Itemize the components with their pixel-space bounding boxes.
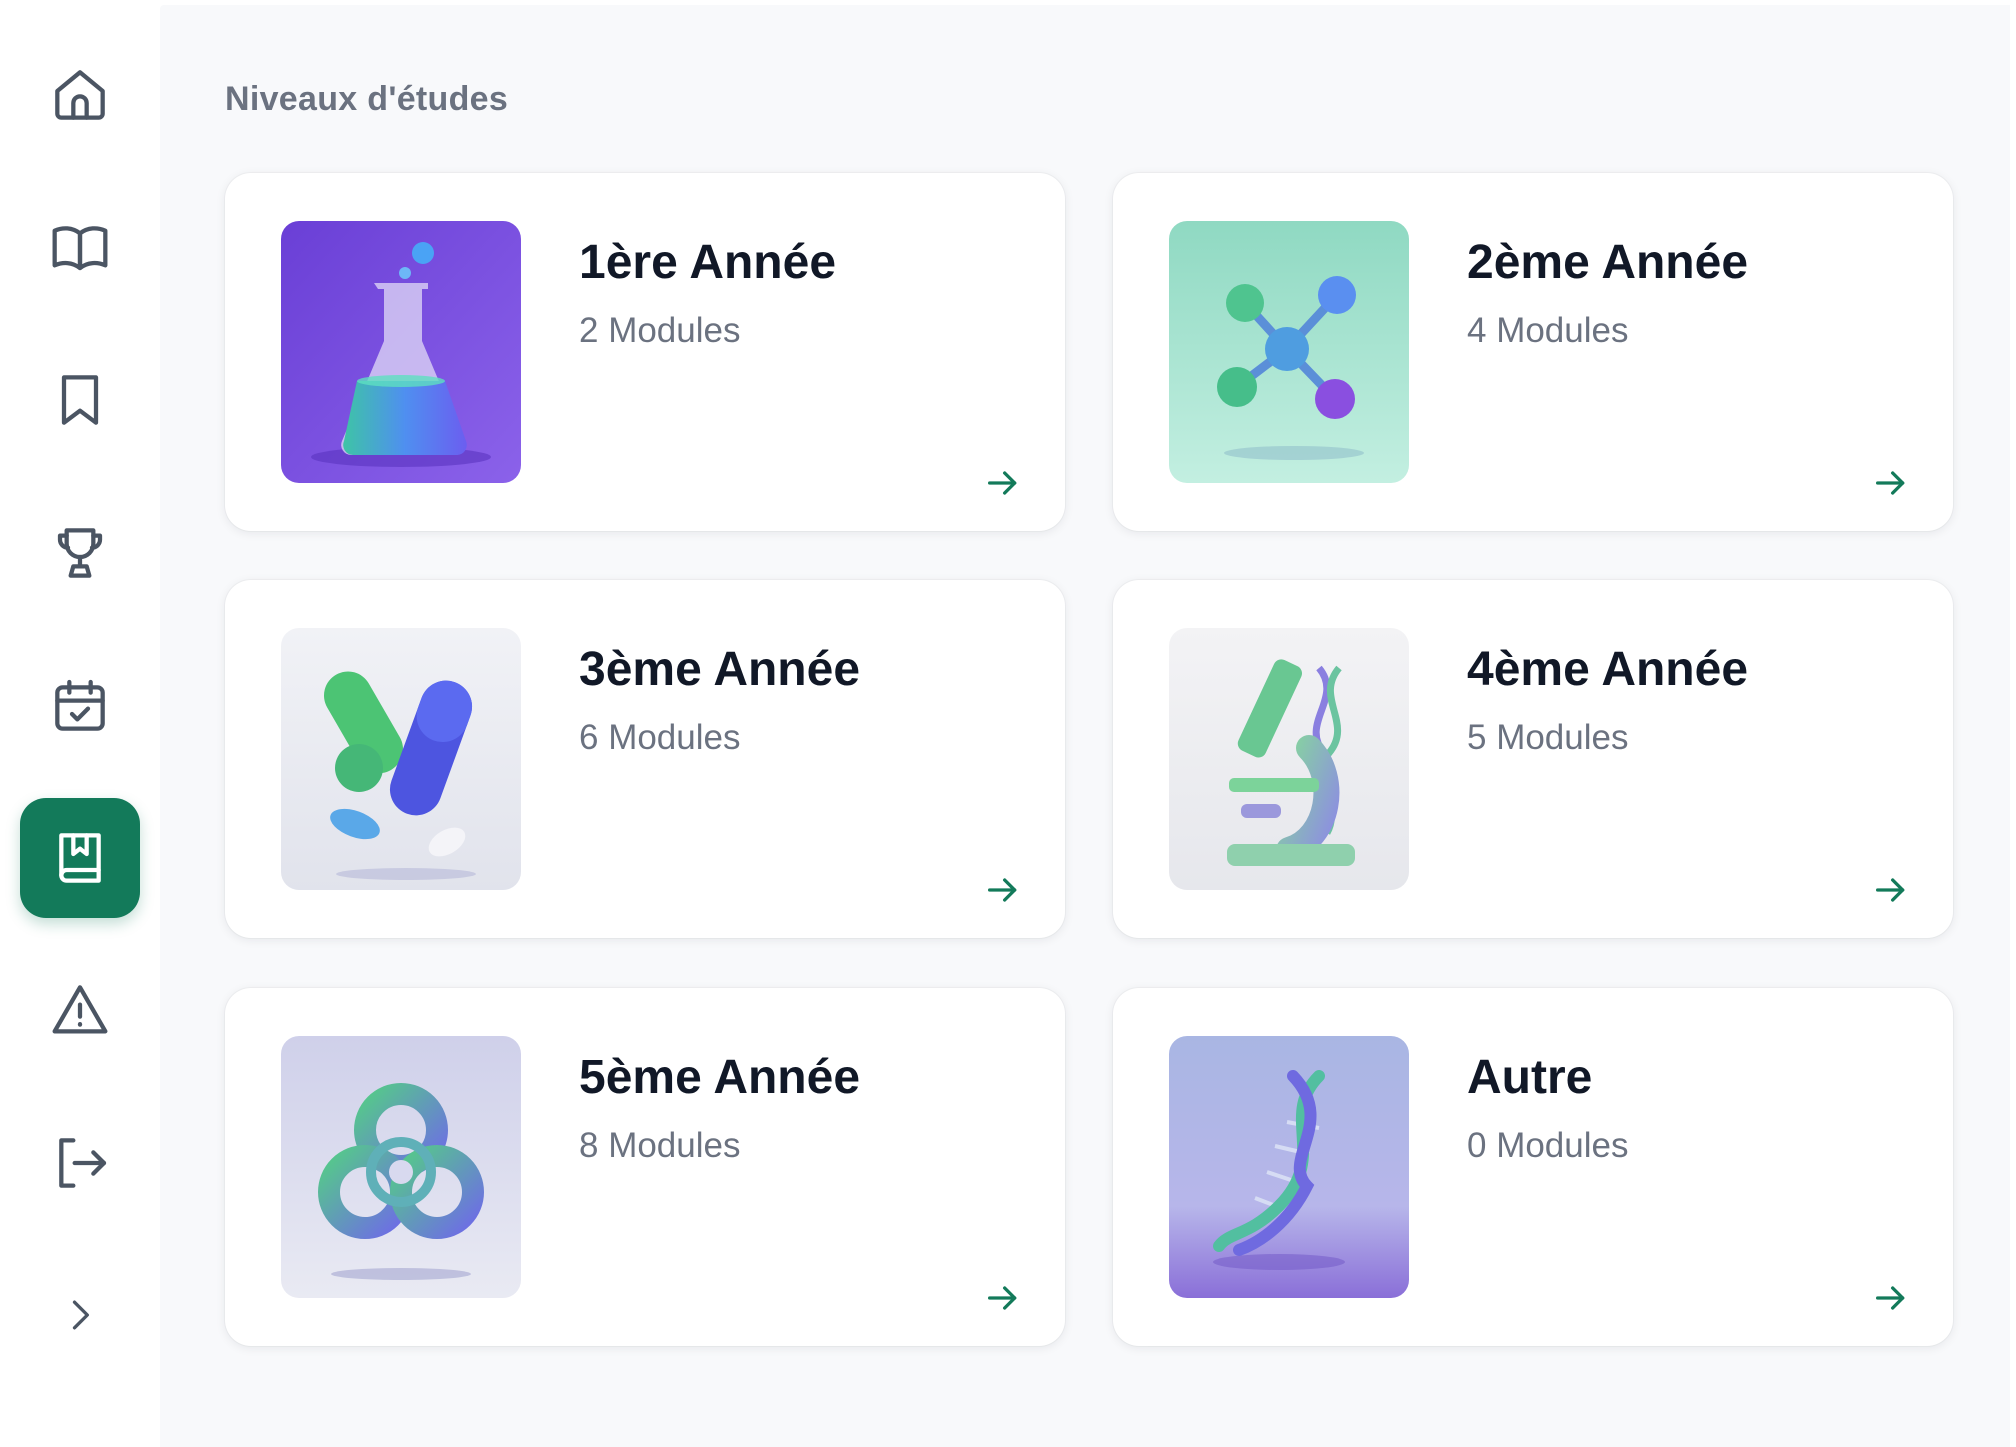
module-count: 4 Modules [1467, 311, 1629, 350]
level-title: 4ème Année [1467, 643, 1749, 696]
level-card[interactable]: 2ème Année 4 Modules [1113, 173, 1953, 531]
module-count: 8 Modules [579, 1126, 741, 1165]
open-level-button[interactable] [1871, 463, 1911, 503]
dna-illustration [1169, 1036, 1409, 1298]
level-title: Autre [1467, 1051, 1593, 1104]
pills-illustration [281, 628, 521, 890]
level-title: 5ème Année [579, 1051, 861, 1104]
biohazard-illustration [281, 1036, 521, 1298]
nav-logout[interactable] [20, 1103, 140, 1223]
open-level-button[interactable] [983, 1278, 1023, 1318]
level-card[interactable]: 3ème Année 6 Modules [225, 580, 1065, 938]
level-card[interactable]: Autre 0 Modules [1113, 988, 1953, 1346]
open-level-button[interactable] [1871, 870, 1911, 910]
molecule-illustration [1169, 221, 1409, 483]
logout-icon [59, 1138, 107, 1188]
open-level-button[interactable] [1871, 1278, 1911, 1318]
level-card[interactable]: 4ème Année 5 Modules [1113, 580, 1953, 938]
level-card[interactable]: 1ère Année 2 Modules [225, 173, 1065, 531]
nav-courses[interactable] [20, 188, 140, 308]
book-open-icon [52, 226, 108, 271]
nav-bookmarks[interactable] [20, 340, 140, 460]
nav-home[interactable] [20, 35, 140, 155]
arrow-right-icon [1876, 1286, 1905, 1310]
module-count: 0 Modules [1467, 1126, 1629, 1165]
arrow-right-icon [988, 878, 1017, 902]
flask-illustration [281, 221, 521, 483]
alert-triangle-icon [52, 985, 108, 1034]
microscope-illustration [1169, 628, 1409, 890]
module-count: 5 Modules [1467, 718, 1629, 757]
arrow-right-icon [988, 1286, 1017, 1310]
arrow-right-icon [1876, 471, 1905, 495]
bookmark-icon [61, 375, 99, 425]
open-level-button[interactable] [983, 463, 1023, 503]
book-bookmark-icon [59, 833, 101, 883]
trophy-icon [57, 528, 103, 578]
nav-reports[interactable] [20, 950, 140, 1070]
level-title: 1ère Année [579, 236, 837, 289]
open-level-button[interactable] [983, 870, 1023, 910]
calendar-check-icon [55, 679, 105, 731]
module-count: 2 Modules [579, 311, 741, 350]
arrow-right-icon [988, 471, 1017, 495]
nav-leaderboard[interactable] [20, 493, 140, 613]
home-icon [55, 70, 105, 120]
chevron-right-icon [72, 1300, 89, 1330]
sidebar-expand-button[interactable] [20, 1255, 140, 1375]
level-title: 2ème Année [1467, 236, 1749, 289]
sidebar [0, 0, 160, 1447]
module-count: 6 Modules [579, 718, 741, 757]
level-card[interactable]: 5ème Année 8 Modules [225, 988, 1065, 1346]
level-title: 3ème Année [579, 643, 861, 696]
nav-planning[interactable] [20, 646, 140, 766]
nav-study-levels[interactable] [20, 798, 140, 918]
arrow-right-icon [1876, 878, 1905, 902]
page-title: Niveaux d'études [225, 80, 509, 118]
main-content: Niveaux d'études 1ère Année 2 Modules 2è… [160, 5, 2010, 1447]
